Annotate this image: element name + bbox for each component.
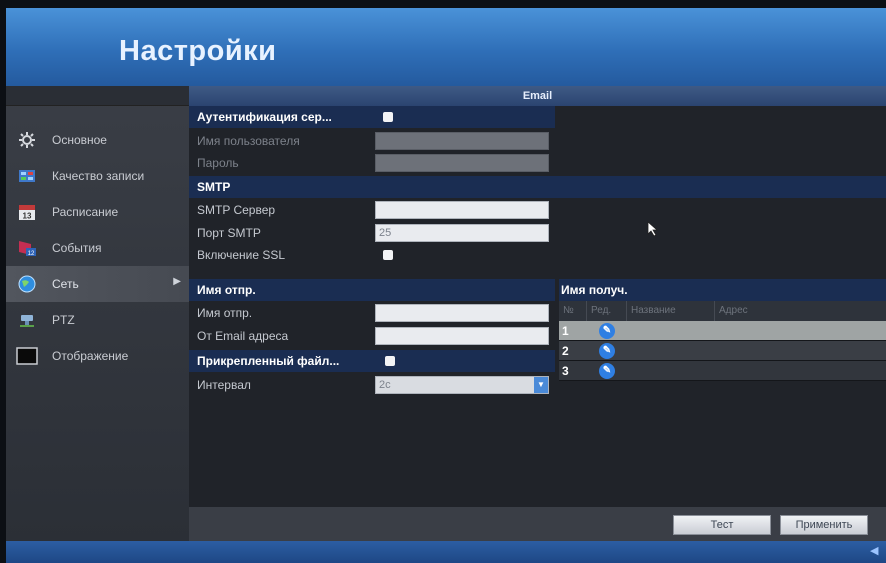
edit-icon[interactable]: ✎: [599, 362, 615, 379]
smtp-server-field[interactable]: [375, 201, 549, 219]
test-button[interactable]: Тест: [673, 515, 771, 535]
attachment-label: Прикрепленный файл...: [197, 354, 340, 368]
password-row: Пароль: [189, 152, 555, 174]
smtp-port-field[interactable]: 25: [375, 224, 549, 242]
username-row: Имя пользователя: [189, 130, 555, 152]
edit-icon[interactable]: ✎: [599, 322, 615, 339]
sender-email-field[interactable]: [375, 327, 549, 345]
recipients-columns: № Ред. Название Адрес: [559, 301, 886, 321]
auth-section: Аутентификация сер...: [189, 106, 555, 128]
interval-value: 2с: [379, 379, 391, 391]
smtp-server-label: SMTP Сервер: [197, 203, 276, 217]
sidebar-item-label: События: [52, 241, 102, 255]
sidebar-item-label: Сеть: [52, 277, 79, 291]
attachment-checkbox[interactable]: [385, 356, 395, 366]
sidebar-item-events[interactable]: 12 События: [6, 230, 189, 266]
sidebar-item-label: Качество записи: [52, 169, 145, 183]
smtp-port-row: Порт SMTP 25: [189, 222, 555, 244]
tab-email[interactable]: Email: [189, 86, 886, 106]
sidebar-item-display[interactable]: Отображение: [6, 338, 189, 374]
smtp-port-label: Порт SMTP: [197, 226, 261, 240]
main-panel: Email Аутентификация сер... Имя пользова…: [189, 86, 886, 541]
password-field[interactable]: [375, 154, 549, 172]
sender-name-label: Имя отпр.: [197, 306, 253, 320]
calendar-icon: 13: [16, 202, 38, 222]
smtp-section: SMTP: [189, 176, 886, 198]
sender-section-title: Имя отпр.: [197, 283, 256, 297]
col-edit: Ред.: [587, 301, 627, 321]
ssl-row: Включение SSL: [189, 244, 555, 266]
footer-bar: ◀: [6, 541, 886, 563]
ssl-label: Включение SSL: [197, 248, 286, 262]
table-row[interactable]: 2 ✎: [559, 341, 886, 361]
table-row[interactable]: 3 ✎: [559, 361, 886, 381]
table-row[interactable]: 1 ✎: [559, 321, 886, 341]
network-globe-icon: [16, 274, 38, 294]
chevron-right-icon: ▶: [173, 276, 181, 287]
sidebar-item-record-quality[interactable]: Качество записи: [6, 158, 189, 194]
ptz-icon: [16, 310, 38, 330]
interval-label: Интервал: [197, 378, 251, 392]
back-arrow-icon[interactable]: ◀: [870, 545, 882, 557]
sidebar-item-schedule[interactable]: 13 Расписание: [6, 194, 189, 230]
record-quality-icon: [16, 166, 38, 186]
sidebar: Основное Качество записи 13 Расписание 1…: [6, 86, 189, 541]
header: Настройки: [6, 8, 886, 86]
chevron-down-icon[interactable]: ▼: [534, 377, 548, 393]
col-name: Название: [627, 301, 715, 321]
sidebar-item-label: Отображение: [52, 349, 129, 363]
apply-button[interactable]: Применить: [780, 515, 868, 535]
col-address: Адрес: [719, 305, 748, 316]
settings-screen: Настройки Основное Качество записи 13 Ра…: [6, 8, 886, 563]
sender-name-row: Имя отпр.: [189, 302, 555, 324]
sidebar-item-ptz[interactable]: PTZ: [6, 302, 189, 338]
sender-section: Имя отпр.: [189, 279, 555, 301]
interval-row: Интервал 2с ▼: [189, 374, 555, 396]
sidebar-item-label: Расписание: [52, 205, 119, 219]
sidebar-item-network[interactable]: Сеть ▶: [6, 266, 189, 302]
password-label: Пароль: [197, 156, 239, 170]
interval-select[interactable]: 2с ▼: [375, 376, 549, 394]
svg-text:12: 12: [28, 251, 35, 257]
sender-email-row: От Email адреса: [189, 325, 555, 347]
page-title: Настройки: [119, 35, 277, 67]
smtp-section-title: SMTP: [197, 180, 231, 194]
sender-name-field[interactable]: [375, 304, 549, 322]
sender-email-label: От Email адреса: [197, 329, 289, 343]
sidebar-item-label: PTZ: [52, 313, 75, 327]
action-bar: Тест Применить: [189, 507, 886, 541]
svg-text:13: 13: [23, 212, 32, 221]
smtp-server-row: SMTP Сервер: [189, 199, 555, 221]
username-label: Имя пользователя: [197, 134, 300, 148]
recipients-table: Имя получ. № Ред. Название Адрес 1 ✎ 2 ✎…: [559, 279, 886, 381]
monitor-icon: [16, 346, 38, 366]
recipients-section-title: Имя получ.: [559, 279, 886, 301]
edit-icon[interactable]: ✎: [599, 342, 615, 359]
events-icon: 12: [16, 238, 38, 258]
sidebar-item-general[interactable]: Основное: [6, 122, 189, 158]
ssl-checkbox[interactable]: [383, 250, 393, 260]
col-number: №: [559, 301, 587, 321]
mouse-cursor-icon: [647, 221, 659, 242]
auth-label: Аутентификация сер...: [197, 110, 332, 124]
auth-checkbox[interactable]: [383, 112, 393, 122]
sidebar-item-label: Основное: [52, 133, 107, 147]
username-field[interactable]: [375, 132, 549, 150]
gear-icon: [16, 130, 38, 150]
attachment-section: Прикрепленный файл...: [189, 350, 555, 372]
